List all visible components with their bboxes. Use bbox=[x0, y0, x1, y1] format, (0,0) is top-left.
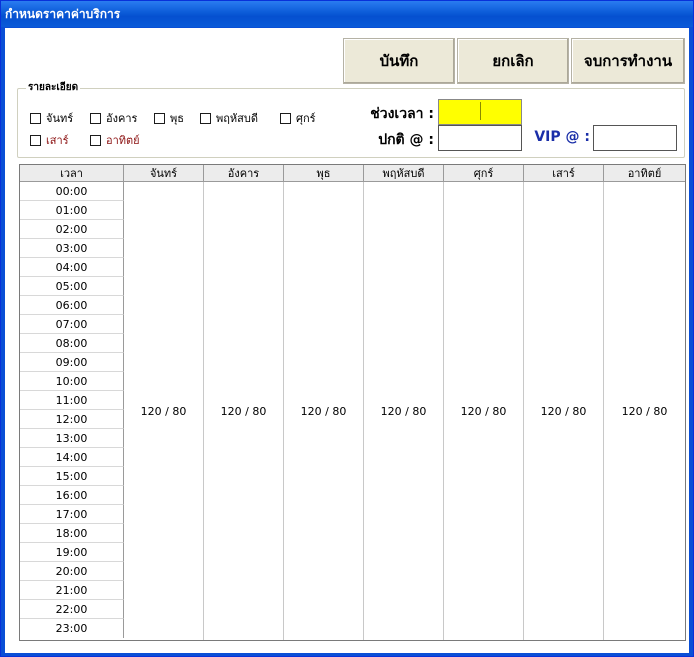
checkbox-label: เสาร์ bbox=[46, 134, 69, 147]
grid-header-day[interactable]: ศุกร์ bbox=[444, 165, 524, 182]
details-group: รายละเอียด จันทร์ อังคาร พุธ พฤหัสบดี ศุ… bbox=[17, 82, 685, 158]
checkbox-label: อาทิตย์ bbox=[106, 134, 140, 147]
checkbox-label: จันทร์ bbox=[46, 112, 74, 125]
checkbox-box[interactable] bbox=[280, 112, 291, 124]
hour-cell[interactable]: 12:00 bbox=[20, 410, 124, 429]
window-title: กำหนดราคาค่าบริการ bbox=[1, 1, 693, 27]
grid-header-day[interactable]: เสาร์ bbox=[524, 165, 604, 182]
hour-cell[interactable]: 17:00 bbox=[20, 505, 124, 524]
checkbox-wednesday[interactable]: พุธ bbox=[154, 111, 184, 125]
checkbox-box[interactable] bbox=[90, 134, 101, 146]
text-cursor bbox=[480, 102, 481, 120]
hour-cell[interactable]: 02:00 bbox=[20, 220, 124, 239]
save-button[interactable]: บันทึก bbox=[343, 38, 455, 84]
hour-cell[interactable]: 07:00 bbox=[20, 315, 124, 334]
normal-price-label: ปกติ @ : bbox=[378, 132, 434, 148]
hour-cell[interactable]: 18:00 bbox=[20, 524, 124, 543]
hour-cell[interactable]: 00:00 bbox=[20, 182, 124, 201]
checkbox-box[interactable] bbox=[30, 112, 41, 124]
checkbox-box[interactable] bbox=[200, 112, 211, 124]
hour-cell[interactable]: 14:00 bbox=[20, 448, 124, 467]
checkbox-monday[interactable]: จันทร์ bbox=[30, 111, 73, 125]
hour-cell[interactable]: 13:00 bbox=[20, 429, 124, 448]
hour-cell[interactable]: 20:00 bbox=[20, 562, 124, 581]
hour-cell[interactable]: 16:00 bbox=[20, 486, 124, 505]
hour-cell[interactable]: 19:00 bbox=[20, 543, 124, 562]
cancel-button[interactable]: ยกเลิก bbox=[457, 38, 569, 84]
vip-price-field[interactable] bbox=[593, 125, 677, 151]
details-group-label: รายละเอียด bbox=[26, 82, 81, 94]
hour-cell[interactable]: 04:00 bbox=[20, 258, 124, 277]
day-price-cell[interactable]: 120 / 80 bbox=[524, 182, 604, 640]
hour-cell[interactable]: 22:00 bbox=[20, 600, 124, 619]
client-area: บันทึก ยกเลิก จบการทำงาน รายละเอียด จันท… bbox=[5, 28, 689, 653]
hour-cell[interactable]: 08:00 bbox=[20, 334, 124, 353]
hour-cell[interactable]: 03:00 bbox=[20, 239, 124, 258]
hour-cell[interactable]: 10:00 bbox=[20, 372, 124, 391]
checkbox-sunday[interactable]: อาทิตย์ bbox=[90, 133, 140, 147]
checkbox-box[interactable] bbox=[30, 134, 41, 146]
hour-cell[interactable]: 06:00 bbox=[20, 296, 124, 315]
day-price-cell[interactable]: 120 / 80 bbox=[204, 182, 284, 640]
checkbox-friday[interactable]: ศุกร์ bbox=[280, 111, 316, 125]
checkbox-label: พฤหัสบดี bbox=[216, 112, 259, 125]
hour-cell[interactable]: 21:00 bbox=[20, 581, 124, 600]
day-price-cell[interactable]: 120 / 80 bbox=[604, 182, 685, 640]
day-price-cell[interactable]: 120 / 80 bbox=[124, 182, 204, 640]
hour-cell[interactable]: 11:00 bbox=[20, 391, 124, 410]
time-range-label: ช่วงเวลา : bbox=[370, 106, 434, 122]
hour-cell[interactable]: 09:00 bbox=[20, 353, 124, 372]
hour-cell[interactable]: 15:00 bbox=[20, 467, 124, 486]
checkbox-thursday[interactable]: พฤหัสบดี bbox=[200, 111, 258, 125]
checkbox-box[interactable] bbox=[90, 112, 101, 124]
grid-header-day[interactable]: พุธ bbox=[284, 165, 364, 182]
checkbox-label: พุธ bbox=[170, 112, 184, 125]
day-price-cell[interactable]: 120 / 80 bbox=[444, 182, 524, 640]
checkbox-label: อังคาร bbox=[106, 112, 138, 125]
normal-price-field[interactable] bbox=[438, 125, 522, 151]
window: กำหนดราคาค่าบริการ บันทึก ยกเลิก จบการทำ… bbox=[0, 0, 694, 657]
checkbox-label: ศุกร์ bbox=[296, 112, 316, 125]
hour-cell[interactable]: 23:00 bbox=[20, 619, 124, 638]
day-price-cell[interactable]: 120 / 80 bbox=[364, 182, 444, 640]
grid-header-day[interactable]: จันทร์ bbox=[124, 165, 204, 182]
hour-cell[interactable]: 05:00 bbox=[20, 277, 124, 296]
time-range-field[interactable] bbox=[438, 99, 522, 125]
grid-header-day[interactable]: พฤหัสบดี bbox=[364, 165, 444, 182]
checkbox-tuesday[interactable]: อังคาร bbox=[90, 111, 137, 125]
grid-header-time: เวลา bbox=[20, 165, 124, 182]
hour-cell[interactable]: 01:00 bbox=[20, 201, 124, 220]
vip-price-label: VIP @ : bbox=[534, 129, 590, 145]
day-price-cell[interactable]: 120 / 80 bbox=[284, 182, 364, 640]
exit-button[interactable]: จบการทำงาน bbox=[571, 38, 685, 84]
checkbox-box[interactable] bbox=[154, 112, 165, 124]
checkbox-saturday[interactable]: เสาร์ bbox=[30, 133, 69, 147]
grid-header-day[interactable]: อังคาร bbox=[204, 165, 284, 182]
grid-header-day[interactable]: อาทิตย์ bbox=[604, 165, 685, 182]
price-grid[interactable]: เวลา จันทร์ อังคาร พุธ พฤหัสบดี ศุกร์ เส… bbox=[19, 164, 686, 641]
